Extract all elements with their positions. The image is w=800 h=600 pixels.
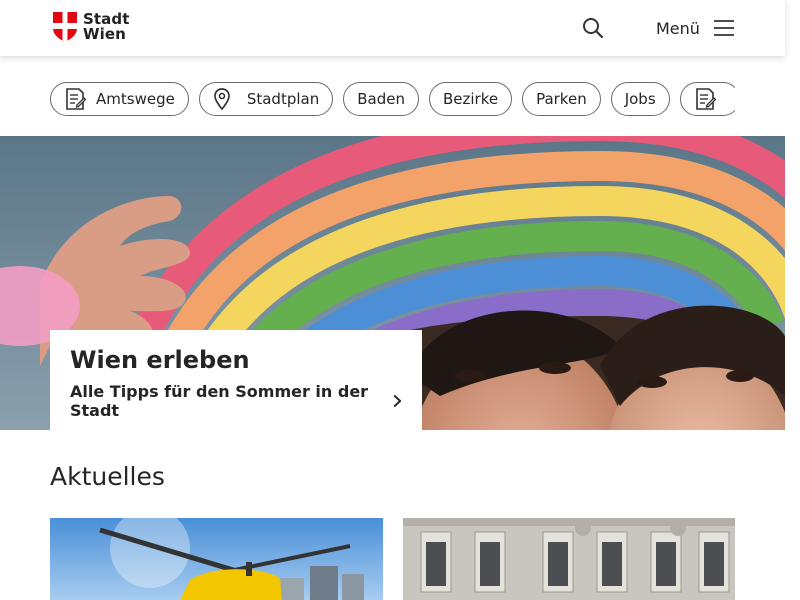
news-card-image-building[interactable] <box>403 518 735 600</box>
chip-baden[interactable]: Baden <box>343 82 419 116</box>
chip-bezirke[interactable]: Bezirke <box>428 82 513 116</box>
search-icon <box>583 18 604 39</box>
chip-more[interactable] <box>679 82 735 116</box>
menu-label: Menü <box>656 18 700 38</box>
chip-parken[interactable]: Parken <box>522 82 601 116</box>
stadt-wien-logo[interactable]: Stadt Wien <box>53 12 130 42</box>
aktuelles-heading: Aktuelles <box>50 462 165 491</box>
chevron-right-icon <box>393 395 402 407</box>
chip-stadtplan[interactable]: Stadtplan <box>198 82 334 116</box>
document-icon <box>66 88 86 110</box>
vienna-shield-icon <box>53 12 77 42</box>
site-header: Stadt Wien Menü <box>0 0 785 56</box>
chip-label: Amtswege <box>96 90 175 108</box>
chip-label: Jobs <box>624 90 656 108</box>
logo-text-wien: Wien <box>83 25 126 43</box>
menu-button[interactable]: Menü <box>656 16 734 40</box>
chip-label: Baden <box>357 90 405 108</box>
hero-link-label: Alle Tipps für den Sommer in der Stadt <box>70 382 369 420</box>
hero-teaser-card[interactable]: Wien erleben Alle Tipps für den Sommer i… <box>50 330 422 430</box>
helicopter-image <box>50 518 383 600</box>
chip-label: Parken <box>536 90 587 108</box>
quick-links-bar: Amtswege Stadtplan Baden Bezirke Parken … <box>50 82 735 117</box>
hamburger-icon <box>713 20 734 36</box>
location-pin-icon <box>213 88 230 110</box>
building-facade-image <box>403 518 735 600</box>
news-card-image-helicopter[interactable] <box>50 518 383 600</box>
hero-title: Wien erleben <box>70 346 250 374</box>
search-button[interactable] <box>580 15 606 41</box>
document-icon <box>695 88 716 110</box>
chip-jobs[interactable]: Jobs <box>610 82 670 116</box>
hero-link[interactable]: Alle Tipps für den Sommer in der Stadt <box>70 382 402 420</box>
chip-amtswege[interactable]: Amtswege <box>50 82 189 116</box>
chip-label: Stadtplan <box>246 90 320 108</box>
chip-label: Bezirke <box>442 90 499 108</box>
hero-banner[interactable]: Wien erleben Alle Tipps für den Sommer i… <box>0 136 785 430</box>
